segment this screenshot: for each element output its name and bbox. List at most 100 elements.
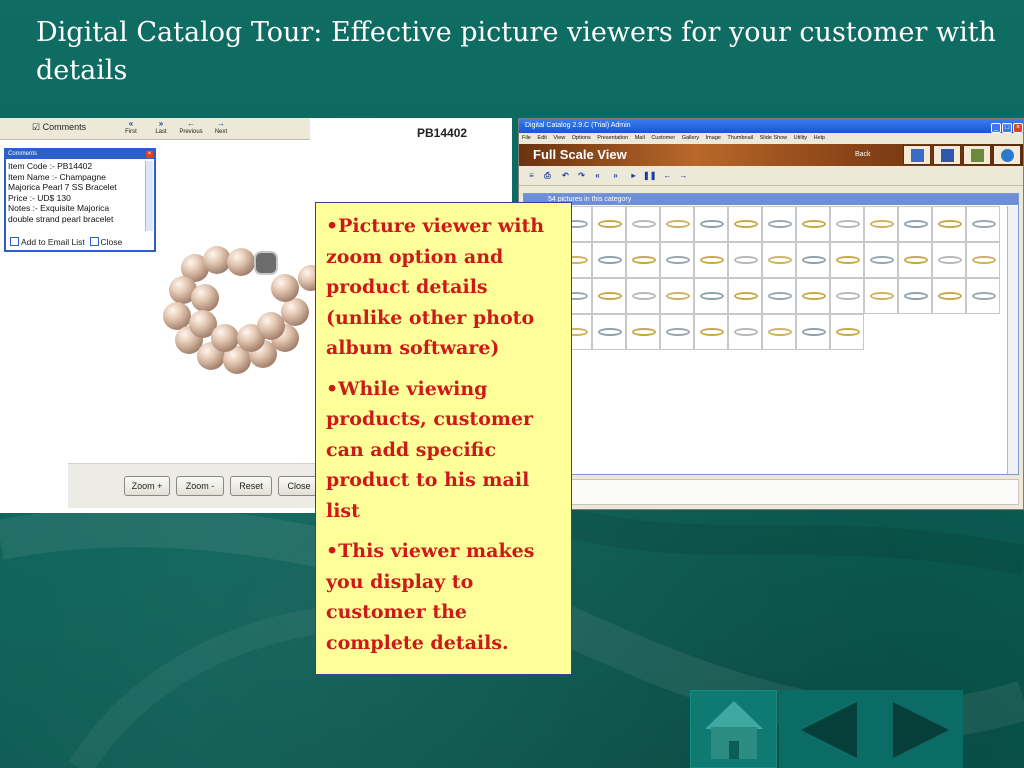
gallery-scrollbar[interactable] xyxy=(1007,206,1018,474)
thumbnail[interactable] xyxy=(694,206,728,242)
previous-icon[interactable]: ← xyxy=(661,170,674,182)
bracelet-thumbnail-image xyxy=(802,328,826,336)
thumbnail[interactable] xyxy=(626,278,660,314)
redo-icon[interactable]: ↷ xyxy=(575,170,588,182)
gallery-button[interactable] xyxy=(903,145,931,165)
comments-scrollbar[interactable] xyxy=(145,161,153,231)
thumbnail[interactable] xyxy=(932,206,966,242)
comments-text: Item Code :- PB14402 Item Name :- Champa… xyxy=(8,161,117,224)
thumbnail[interactable] xyxy=(728,242,762,278)
thumbnail[interactable] xyxy=(796,314,830,350)
wrench-icon xyxy=(971,149,984,162)
catalog-window-screenshot: Digital Catalog 2.9.C (Trial) Admin _ □ × … xyxy=(518,118,1024,510)
menu-thumbnail[interactable]: Thumbnail xyxy=(727,135,753,141)
thumbnail[interactable] xyxy=(796,278,830,314)
thumbnail[interactable] xyxy=(830,314,864,350)
menu-customer[interactable]: Customer xyxy=(651,135,675,141)
minimize-icon[interactable]: _ xyxy=(991,123,1001,133)
thumbnail[interactable] xyxy=(966,278,1000,314)
thumbnail[interactable] xyxy=(626,314,660,350)
thumbnail[interactable] xyxy=(660,314,694,350)
list-icon[interactable]: ≡ xyxy=(525,170,538,182)
thumbnail[interactable] xyxy=(796,242,830,278)
thumbnail[interactable] xyxy=(762,206,796,242)
first-button[interactable]: «First xyxy=(116,120,146,136)
close-window-icon[interactable]: × xyxy=(1013,123,1023,133)
catalog-button[interactable] xyxy=(933,145,961,165)
tools-button[interactable] xyxy=(963,145,991,165)
last-icon[interactable]: » xyxy=(609,170,622,182)
thumbnail[interactable] xyxy=(694,278,728,314)
thumbnail[interactable] xyxy=(898,206,932,242)
bracelet-thumbnail-image xyxy=(700,220,724,228)
previous-button[interactable]: ← Previous xyxy=(176,120,206,136)
play-icon[interactable]: ▸ xyxy=(627,170,640,182)
last-button[interactable]: » Last xyxy=(146,120,176,136)
menu-utility[interactable]: Utility xyxy=(794,135,807,141)
thumbnail[interactable] xyxy=(660,242,694,278)
thumbnail[interactable] xyxy=(728,206,762,242)
thumbnail[interactable] xyxy=(660,206,694,242)
thumbnail[interactable] xyxy=(592,314,626,350)
thumbnail[interactable] xyxy=(728,314,762,350)
thumbnail[interactable] xyxy=(728,278,762,314)
bracelet-thumbnail-image xyxy=(938,292,962,300)
maximize-icon[interactable]: □ xyxy=(1002,123,1012,133)
thumbnail[interactable] xyxy=(660,278,694,314)
thumbnail[interactable] xyxy=(762,278,796,314)
reset-button[interactable]: Reset xyxy=(230,476,272,496)
menu-slide-show[interactable]: Slide Show xyxy=(760,135,788,141)
next-slide-button[interactable] xyxy=(873,690,963,768)
thumbnail[interactable] xyxy=(694,242,728,278)
thumbnail[interactable] xyxy=(694,314,728,350)
thumbnail[interactable] xyxy=(932,242,966,278)
menu-view[interactable]: View xyxy=(553,135,565,141)
web-button[interactable] xyxy=(993,145,1021,165)
previous-slide-button[interactable] xyxy=(779,690,873,768)
menu-file[interactable]: File xyxy=(522,135,531,141)
pause-icon[interactable]: ❚❚ xyxy=(643,170,656,182)
thumbnail[interactable] xyxy=(762,242,796,278)
thumbnail[interactable] xyxy=(626,242,660,278)
thumbnail[interactable] xyxy=(864,278,898,314)
add-to-email-checkbox[interactable] xyxy=(10,237,19,246)
thumbnail[interactable] xyxy=(762,314,796,350)
undo-icon[interactable]: ↶ xyxy=(559,170,572,182)
thumbnail[interactable] xyxy=(898,278,932,314)
thumbnail[interactable] xyxy=(626,206,660,242)
window-titlebar: Digital Catalog 2.9.C (Trial) Admin _ □ × xyxy=(519,119,1023,133)
thumbnail[interactable] xyxy=(592,278,626,314)
menu-edit[interactable]: Edit xyxy=(537,135,546,141)
menu-presentation[interactable]: Presentation xyxy=(597,135,628,141)
thumbnail[interactable] xyxy=(830,242,864,278)
back-button[interactable]: Back xyxy=(855,151,871,158)
menu-mail[interactable]: Mail xyxy=(635,135,645,141)
menu-options[interactable]: Options xyxy=(572,135,591,141)
close-button[interactable]: Close xyxy=(278,476,320,496)
zoom-in-button[interactable]: Zoom + xyxy=(124,476,170,496)
thumbnail[interactable] xyxy=(966,242,1000,278)
home-button[interactable] xyxy=(690,690,777,768)
thumbnail[interactable] xyxy=(830,278,864,314)
first-icon[interactable]: « xyxy=(591,170,604,182)
thumbnail[interactable] xyxy=(966,206,1000,242)
thumbnail[interactable] xyxy=(864,242,898,278)
thumbnail[interactable] xyxy=(898,242,932,278)
menu-gallery[interactable]: Gallery xyxy=(682,135,699,141)
thumbnail[interactable] xyxy=(932,278,966,314)
thumbnail[interactable] xyxy=(830,206,864,242)
menu-image[interactable]: Image xyxy=(706,135,721,141)
next-button[interactable]: → Next xyxy=(206,120,236,136)
close-icon[interactable]: × xyxy=(146,151,153,158)
thumbnail[interactable] xyxy=(864,206,898,242)
thumbnail[interactable] xyxy=(592,206,626,242)
next-icon[interactable]: → xyxy=(677,170,690,182)
thumbnail[interactable] xyxy=(796,206,830,242)
thumbnail[interactable] xyxy=(592,242,626,278)
zoom-out-button[interactable]: Zoom - xyxy=(176,476,224,496)
comments-checkbox[interactable]: ☑ Comments xyxy=(32,122,86,133)
bracelet-thumbnail-image xyxy=(666,328,690,336)
menu-help[interactable]: Help xyxy=(814,135,825,141)
print-icon[interactable]: ⎙ xyxy=(541,170,554,182)
close-checkbox[interactable] xyxy=(89,237,99,246)
